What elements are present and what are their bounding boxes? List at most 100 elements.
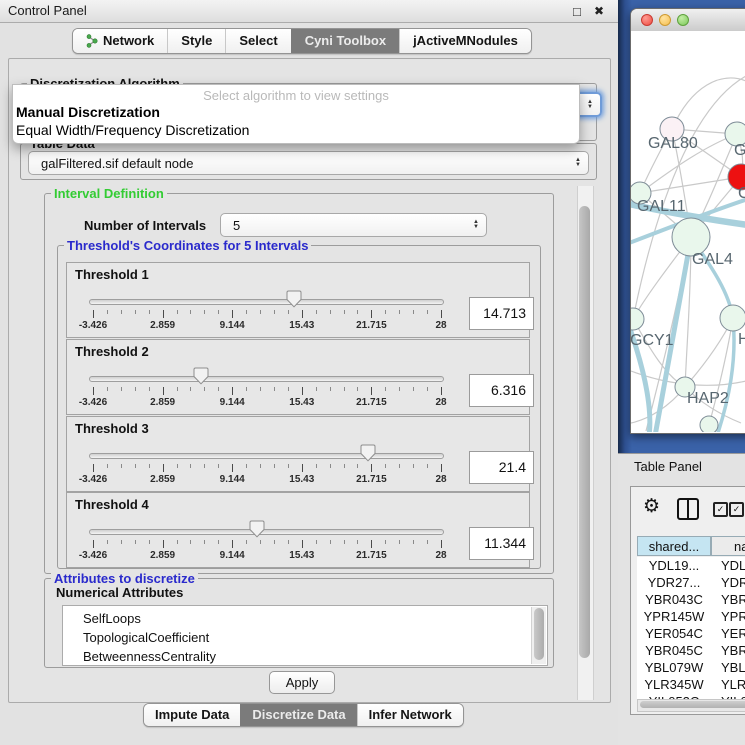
cell[interactable]: YDL1 xyxy=(721,557,745,574)
cell[interactable]: YLR345W xyxy=(637,676,711,693)
table-row[interactable]: YBR045C YBR0 xyxy=(637,642,745,659)
table-data-combobox[interactable]: galFiltered.sif default node ▲▼ xyxy=(28,151,589,175)
slider-tick xyxy=(163,310,164,318)
list-item[interactable]: BetweennessCentrality xyxy=(63,647,547,666)
list-scrollbar-thumb[interactable] xyxy=(534,608,544,660)
slider-tick xyxy=(218,540,219,544)
cell[interactable]: YLR3 xyxy=(721,676,745,693)
tab-jactivemnodules[interactable]: jActiveMNodules xyxy=(399,29,531,53)
tab-style[interactable]: Style xyxy=(167,29,225,53)
slider-tick xyxy=(232,310,233,318)
threshold-2-slider-track[interactable] xyxy=(89,376,444,382)
slider-tick xyxy=(190,464,191,468)
num-intervals-combobox[interactable]: 5 ▲▼ xyxy=(220,213,487,237)
cell[interactable]: YDL19... xyxy=(637,557,711,574)
tab-network[interactable]: Network xyxy=(73,29,167,53)
table-row[interactable]: YLR345W YLR3 xyxy=(637,676,745,693)
threshold-4-slider-track[interactable] xyxy=(89,529,444,535)
table-row[interactable]: YDL19... YDL1 xyxy=(637,557,745,574)
network-canvas[interactable]: GAL80 GA GAL11 GAL4 GCY1 H HAP2 C xyxy=(631,31,745,432)
apply-button[interactable]: Apply xyxy=(269,671,335,694)
threshold-4-value-field[interactable]: 11.344 xyxy=(469,527,534,560)
zoom-button[interactable] xyxy=(677,14,689,26)
node-bottom[interactable] xyxy=(700,416,718,432)
gear-icon[interactable]: ⚙ xyxy=(643,495,660,518)
tab-cyni-toolbox[interactable]: Cyni Toolbox xyxy=(291,29,399,53)
threshold-4-slider-thumb[interactable] xyxy=(249,520,265,538)
num-intervals-value: 5 xyxy=(233,218,240,233)
cell[interactable]: YBL079W xyxy=(637,659,711,676)
table-row[interactable]: YER054C YER0 xyxy=(637,625,745,642)
column-header-shared-name[interactable]: shared... xyxy=(637,536,711,556)
column-header-name[interactable]: na xyxy=(711,536,745,556)
table-row[interactable]: YDR27... YDR2 xyxy=(637,574,745,591)
table-row[interactable]: YPR145W YPR1 xyxy=(637,608,745,625)
threshold-1-slider-thumb[interactable] xyxy=(286,290,302,308)
slider-tick xyxy=(107,310,108,314)
slider-tick xyxy=(330,310,331,314)
close-button[interactable] xyxy=(641,14,653,26)
tab-discretize-data[interactable]: Discretize Data xyxy=(240,704,356,726)
network-icon xyxy=(86,34,98,48)
slider-scale-label: -3.426 xyxy=(79,550,107,561)
slider-tick xyxy=(93,387,94,395)
slider-tick xyxy=(288,464,289,468)
cell[interactable]: YBR0 xyxy=(721,591,745,608)
threshold-3-ticks xyxy=(93,464,442,473)
cell[interactable]: YBR0 xyxy=(721,642,745,659)
table-hscrollbar-thumb[interactable] xyxy=(640,701,745,708)
threshold-3-value-field[interactable]: 21.4 xyxy=(469,451,534,484)
table-row[interactable]: YBL079W YBL0 xyxy=(637,659,745,676)
attributes-list[interactable]: SelfLoops TopologicalCoefficient Between… xyxy=(62,605,548,666)
threshold-2-slider-thumb[interactable] xyxy=(193,367,209,385)
cell[interactable]: YDR2 xyxy=(721,574,745,591)
split-view-icon[interactable] xyxy=(677,498,699,520)
table-hscrollbar-track[interactable] xyxy=(637,699,745,712)
slider-tick xyxy=(344,464,345,468)
minimize-button[interactable] xyxy=(659,14,671,26)
panel-scrollbar-thumb[interactable] xyxy=(579,206,590,658)
checkbox-icon[interactable]: ✓ xyxy=(713,502,728,517)
network-window-titlebar[interactable] xyxy=(631,9,745,32)
table-row[interactable]: YBR043C YBR0 xyxy=(637,591,745,608)
cell[interactable]: YER054C xyxy=(637,625,711,642)
node-label-gal11: GAL11 xyxy=(637,198,686,215)
slider-tick xyxy=(121,464,122,468)
slider-tick xyxy=(399,540,400,544)
slider-tick xyxy=(121,387,122,391)
slider-tick xyxy=(330,464,331,468)
slider-scale-label: 9.144 xyxy=(220,474,245,485)
list-scrollbar-track[interactable] xyxy=(531,607,546,664)
threshold-2-ticks xyxy=(93,387,442,396)
threshold-1-scale: -3.4262.8599.14415.4321.71528 xyxy=(93,320,442,333)
checkbox-icon[interactable]: ✓ xyxy=(729,502,744,517)
algorithm-option-equal-width[interactable]: Equal Width/Frequency Discretization xyxy=(16,122,249,138)
tab-infer-network[interactable]: Infer Network xyxy=(357,704,463,726)
cell[interactable]: YER0 xyxy=(721,625,745,642)
panel-title: Control Panel xyxy=(8,3,87,18)
close-icon[interactable]: ✖ xyxy=(594,4,604,18)
cell[interactable]: YBR043C xyxy=(637,591,711,608)
tab-impute-data[interactable]: Impute Data xyxy=(144,704,240,726)
threshold-3-slider-track[interactable] xyxy=(89,453,444,459)
threshold-1-slider-track[interactable] xyxy=(89,299,444,305)
tab-select[interactable]: Select xyxy=(225,29,290,53)
threshold-3-slider-thumb[interactable] xyxy=(360,444,376,462)
list-item[interactable]: TopologicalCoefficient xyxy=(63,628,547,647)
network-graph: GAL80 GA GAL11 GAL4 GCY1 H HAP2 C xyxy=(631,31,745,432)
list-item[interactable]: SelfLoops xyxy=(63,606,547,628)
algorithm-option-manual[interactable]: Manual Discretization xyxy=(16,104,160,120)
slider-tick xyxy=(149,387,150,391)
node-gcy1[interactable] xyxy=(631,308,644,330)
cell[interactable]: YPR145W xyxy=(637,608,711,625)
float-icon[interactable]: □ xyxy=(573,4,581,19)
node-right-mid[interactable] xyxy=(720,305,745,331)
cell[interactable]: YBL0 xyxy=(721,659,745,676)
cell[interactable]: YPR1 xyxy=(721,608,745,625)
threshold-2-value-field[interactable]: 6.316 xyxy=(469,374,534,407)
slider-tick xyxy=(121,540,122,544)
cell[interactable]: YBR045C xyxy=(637,642,711,659)
cell[interactable]: YDR27... xyxy=(637,574,711,591)
threshold-1-value-field[interactable]: 14.713 xyxy=(469,297,534,330)
slider-scale-label: 2.859 xyxy=(150,397,175,408)
